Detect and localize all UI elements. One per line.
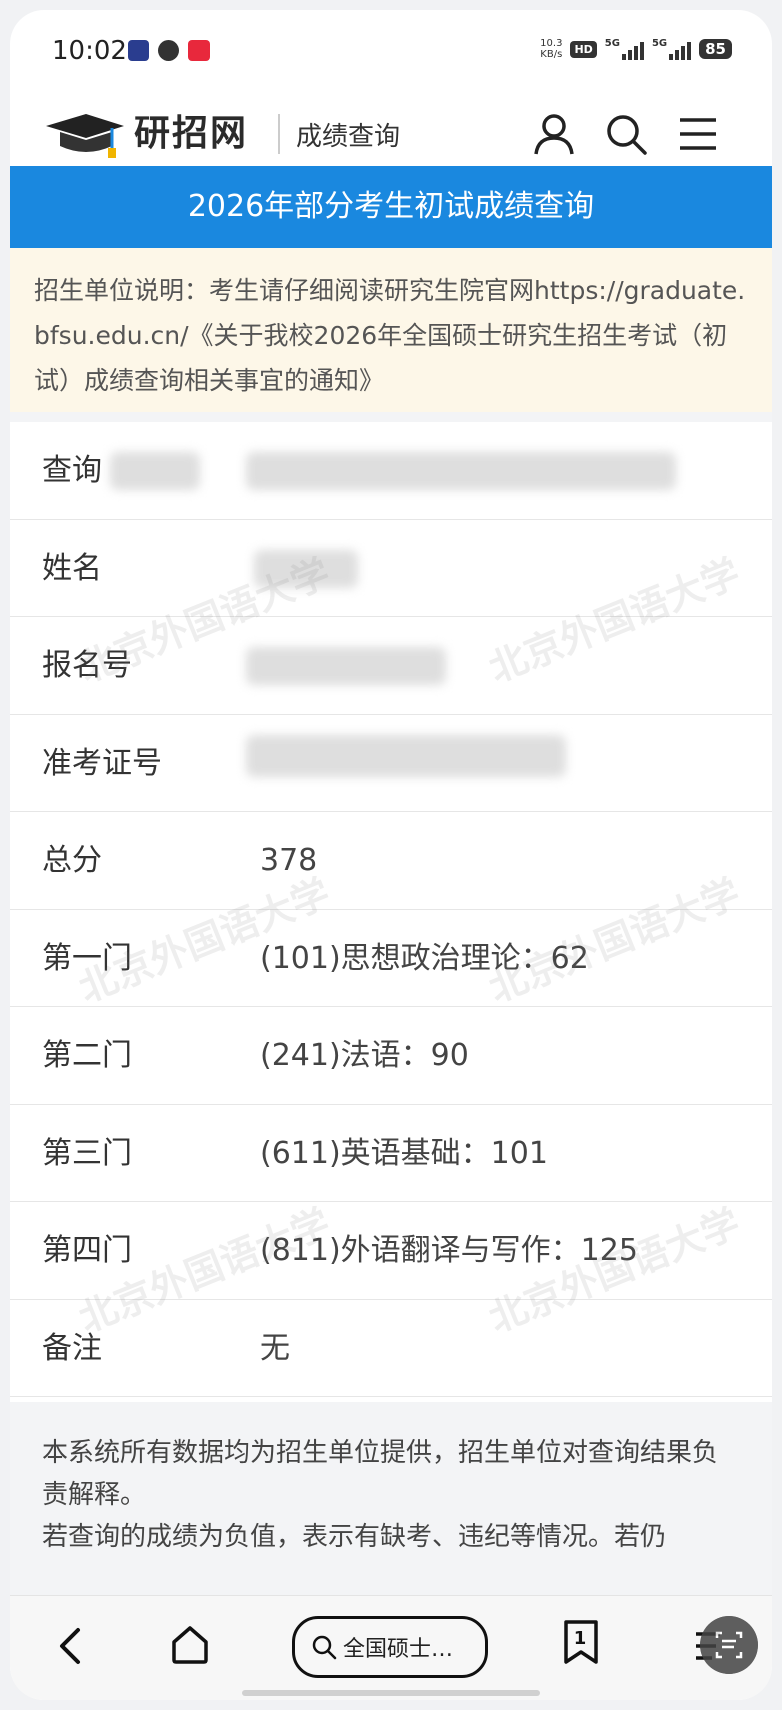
total-score: 378	[260, 843, 318, 878]
redacted-value	[110, 452, 200, 490]
remarks-value: 无	[260, 1330, 290, 1366]
subject-score: (101)思想政治理论：62	[260, 940, 589, 976]
news-app-icon	[128, 40, 149, 61]
score-table: 查询 姓名 报名号 准考证号 总分 378 第一门 (101)思想政治理论：62…	[10, 422, 772, 1397]
table-row: 第四门 (811)外语翻译与写作：125	[10, 1202, 772, 1300]
address-search-button[interactable]: 全国硕士…	[292, 1616, 488, 1678]
search-icon[interactable]	[602, 110, 650, 158]
table-row: 总分 378	[10, 812, 772, 910]
address-search-text: 全国硕士…	[343, 1637, 454, 1662]
table-row: 备注 无	[10, 1299, 772, 1397]
page-title: 2026年部分考生初试成绩查询	[10, 166, 772, 248]
header-divider	[278, 114, 280, 154]
redacted-value	[246, 734, 566, 777]
row-label: 报名号	[42, 648, 132, 683]
back-icon[interactable]	[50, 1624, 90, 1668]
table-row: 第二门 (241)法语：90	[10, 1007, 772, 1105]
search-icon	[312, 1635, 337, 1660]
row-label: 准考证号	[42, 745, 162, 781]
tab-count: 1	[573, 1628, 587, 1649]
row-label: 第二门	[42, 1038, 132, 1073]
row-label: 总分	[42, 843, 102, 878]
table-row: 报名号	[10, 617, 772, 715]
row-label: 第三门	[42, 1135, 132, 1171]
row-label: 查询	[42, 453, 102, 488]
section-gap	[10, 412, 772, 422]
table-row: 第三门 (611)英语基础：101	[10, 1104, 772, 1202]
signal-icon: 5G	[605, 38, 644, 60]
table-row: 准考证号	[10, 714, 772, 812]
scan-text-icon[interactable]	[700, 1616, 758, 1674]
disclaimer-line: 本系统所有数据均为招生单位提供，招生单位对查询结果负责解释。	[42, 1438, 719, 1510]
user-icon[interactable]	[530, 110, 578, 158]
menu-icon[interactable]	[674, 110, 722, 158]
status-time: 10:02	[52, 36, 127, 66]
notification-icons	[128, 40, 210, 61]
browser-app-icon	[158, 40, 179, 61]
subject-score: (811)外语翻译与写作：125	[260, 1233, 638, 1268]
site-header: 研招网 成绩查询	[10, 92, 772, 176]
redacted-value	[246, 647, 446, 685]
status-indicators: 10.3 KB/s HD 5G 5G 85	[540, 38, 732, 60]
signal-icon: 5G	[652, 38, 692, 60]
table-row: 姓名	[10, 519, 772, 617]
graduation-cap-icon	[46, 114, 124, 158]
subject-score: (611)英语基础：101	[260, 1135, 548, 1171]
shopping-app-icon	[188, 40, 210, 61]
status-bar: 10:02 10.3 KB/s HD 5G 5G 85	[10, 10, 772, 92]
row-label: 备注	[42, 1330, 102, 1366]
redacted-value	[254, 549, 358, 588]
row-label: 第一门	[42, 940, 132, 976]
row-label: 第四门	[42, 1233, 132, 1268]
browser-toolbar: 全国硕士… 1	[10, 1595, 772, 1700]
phone-screen: 10:02 10.3 KB/s HD 5G 5G 85 研招网 成绩查询 202…	[10, 10, 772, 1700]
tabs-button[interactable]: 1	[562, 1618, 606, 1666]
battery-icon: 85	[699, 39, 732, 59]
redacted-value	[246, 452, 676, 490]
site-logo[interactable]: 研招网	[134, 104, 248, 156]
table-row: 查询	[10, 422, 772, 520]
row-label: 姓名	[42, 550, 102, 586]
hd-voice-icon: HD	[570, 40, 597, 58]
disclaimer: 本系统所有数据均为招生单位提供，招生单位对查询结果负责解释。 若查询的成绩为负值…	[10, 1402, 772, 1602]
table-row: 第一门 (101)思想政治理论：62	[10, 909, 772, 1007]
subject-score: (241)法语：90	[260, 1038, 469, 1073]
notice-text: 招生单位说明：考生请仔细阅读研究生院官网https://graduate.bfs…	[34, 276, 746, 395]
home-icon[interactable]	[168, 1622, 212, 1666]
page-section-title: 成绩查询	[296, 122, 401, 152]
home-indicator[interactable]	[242, 1690, 540, 1696]
admission-notice: 招生单位说明：考生请仔细阅读研究生院官网https://graduate.bfs…	[10, 248, 772, 412]
network-speed: 10.3 KB/s	[540, 38, 563, 60]
disclaimer-line: 若查询的成绩为负值，表示有缺考、违纪等情况。若仍	[42, 1522, 667, 1552]
